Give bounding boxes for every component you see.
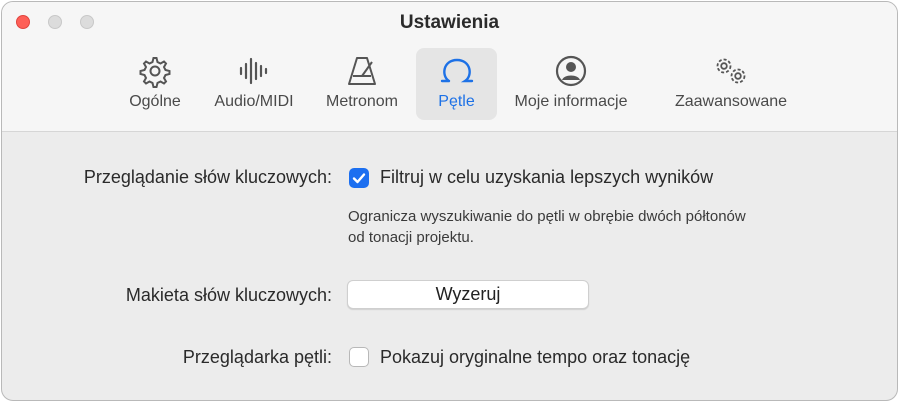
tab-audio-midi[interactable]: Audio/MIDI bbox=[205, 48, 303, 120]
checkmark-icon bbox=[352, 173, 366, 184]
filter-results-checkbox[interactable] bbox=[349, 168, 369, 188]
tab-my-info[interactable]: Moje informacje bbox=[502, 48, 640, 120]
gear-icon bbox=[137, 54, 173, 88]
gears-icon bbox=[711, 54, 751, 88]
filter-results-label[interactable]: Filtruj w celu uzyskania lepszych wynikó… bbox=[380, 167, 713, 188]
tab-advanced[interactable]: Zaawansowane bbox=[662, 48, 800, 120]
show-original-tempo-checkbox[interactable] bbox=[349, 347, 369, 367]
loop-browser-label: Przeglądarka pętli: bbox=[182, 347, 332, 367]
waveform-icon bbox=[236, 54, 272, 88]
person-circle-icon bbox=[553, 54, 589, 88]
tab-general[interactable]: Ogólne bbox=[119, 48, 191, 120]
window-title: Ustawienia bbox=[399, 12, 500, 33]
tab-label: Audio/MIDI bbox=[214, 93, 294, 110]
reset-button[interactable]: Wyzeruj bbox=[347, 280, 589, 309]
tab-label: Zaawansowane bbox=[674, 93, 788, 110]
tab-metronome[interactable]: Metronom bbox=[316, 48, 408, 120]
toolbar: Ustawienia Ogólne Audio/MIDI Metronom Pę… bbox=[2, 2, 897, 132]
tab-label: Pętle bbox=[438, 93, 475, 110]
filter-description-line2: od tonacji projektu. bbox=[348, 229, 474, 246]
tab-label: Ogólne bbox=[129, 93, 181, 110]
settings-window: Ustawienia Ogólne Audio/MIDI Metronom Pę… bbox=[1, 1, 898, 401]
tab-label: Metronom bbox=[325, 93, 399, 110]
loops-settings-pane: Przeglądanie słów kluczowych: Filtruj w … bbox=[2, 132, 897, 400]
tab-loops[interactable]: Pętle bbox=[416, 48, 497, 120]
tab-label: Moje informacje bbox=[514, 93, 628, 110]
metronome-icon bbox=[344, 54, 380, 88]
filter-description-line1: Ogranicza wyszukiwanie do pętli w obrębi… bbox=[348, 208, 746, 225]
keyword-layout-label: Makieta słów kluczowych: bbox=[125, 285, 332, 305]
keyword-browsing-label: Przeglądanie słów kluczowych: bbox=[83, 167, 332, 187]
show-original-tempo-label[interactable]: Pokazuj oryginalne tempo oraz tonację bbox=[380, 347, 690, 368]
loop-icon bbox=[439, 54, 475, 88]
